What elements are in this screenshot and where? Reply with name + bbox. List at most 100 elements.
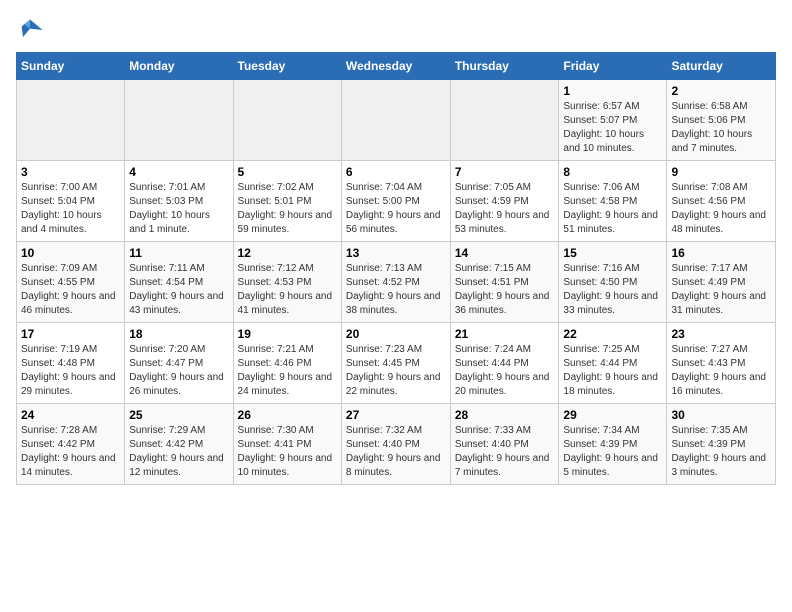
week-row-1: 1 Sunrise: 6:57 AM Sunset: 5:07 PM Daylig…: [17, 80, 776, 161]
day-cell: 25 Sunrise: 7:29 AM Sunset: 4:42 PM Dayli…: [125, 404, 233, 485]
day-info: Sunrise: 7:16 AM Sunset: 4:50 PM Dayligh…: [563, 262, 662, 318]
day-info: Sunrise: 7:34 AM Sunset: 4:39 PM Dayligh…: [563, 424, 662, 480]
day-cell: [341, 80, 450, 161]
day-number: 17: [21, 327, 120, 341]
weekday-header-friday: Friday: [559, 53, 667, 80]
day-info: Sunrise: 7:08 AM Sunset: 4:56 PM Dayligh…: [671, 181, 771, 237]
day-info: Sunrise: 7:35 AM Sunset: 4:39 PM Dayligh…: [671, 424, 771, 480]
week-row-5: 24 Sunrise: 7:28 AM Sunset: 4:42 PM Dayli…: [17, 404, 776, 485]
page-header: [16, 16, 776, 44]
day-cell: 26 Sunrise: 7:30 AM Sunset: 4:41 PM Dayli…: [233, 404, 341, 485]
day-info: Sunrise: 7:21 AM Sunset: 4:46 PM Dayligh…: [238, 343, 337, 399]
day-cell: 14 Sunrise: 7:15 AM Sunset: 4:51 PM Dayli…: [450, 242, 559, 323]
calendar-header: SundayMondayTuesdayWednesdayThursdayFrid…: [17, 53, 776, 80]
day-cell: 24 Sunrise: 7:28 AM Sunset: 4:42 PM Dayli…: [17, 404, 125, 485]
day-cell: 4 Sunrise: 7:01 AM Sunset: 5:03 PM Daylig…: [125, 161, 233, 242]
day-number: 10: [21, 246, 120, 260]
day-info: Sunrise: 7:01 AM Sunset: 5:03 PM Dayligh…: [129, 181, 228, 237]
day-number: 21: [455, 327, 555, 341]
day-number: 24: [21, 408, 120, 422]
day-number: 14: [455, 246, 555, 260]
day-cell: 18 Sunrise: 7:20 AM Sunset: 4:47 PM Dayli…: [125, 323, 233, 404]
day-info: Sunrise: 7:12 AM Sunset: 4:53 PM Dayligh…: [238, 262, 337, 318]
day-info: Sunrise: 6:58 AM Sunset: 5:06 PM Dayligh…: [671, 100, 771, 156]
day-number: 13: [346, 246, 446, 260]
day-info: Sunrise: 7:29 AM Sunset: 4:42 PM Dayligh…: [129, 424, 228, 480]
day-number: 1: [563, 84, 662, 98]
day-number: 12: [238, 246, 337, 260]
day-number: 29: [563, 408, 662, 422]
weekday-header-row: SundayMondayTuesdayWednesdayThursdayFrid…: [17, 53, 776, 80]
day-info: Sunrise: 7:13 AM Sunset: 4:52 PM Dayligh…: [346, 262, 446, 318]
day-cell: 20 Sunrise: 7:23 AM Sunset: 4:45 PM Dayli…: [341, 323, 450, 404]
day-cell: 6Sunrise: 7:04 AM Sunset: 5:00 PM Daylig…: [341, 161, 450, 242]
day-number: 28: [455, 408, 555, 422]
day-number: 26: [238, 408, 337, 422]
day-cell: [125, 80, 233, 161]
day-cell: 19 Sunrise: 7:21 AM Sunset: 4:46 PM Dayli…: [233, 323, 341, 404]
day-info: Sunrise: 6:57 AM Sunset: 5:07 PM Dayligh…: [563, 100, 662, 156]
day-info: Sunrise: 7:02 AM Sunset: 5:01 PM Dayligh…: [238, 181, 337, 237]
day-number: 20: [346, 327, 446, 341]
day-cell: 1 Sunrise: 6:57 AM Sunset: 5:07 PM Daylig…: [559, 80, 667, 161]
day-number: 4: [129, 165, 228, 179]
day-number: 16: [671, 246, 771, 260]
day-info: Sunrise: 7:06 AM Sunset: 4:58 PM Dayligh…: [563, 181, 662, 237]
day-cell: 3 Sunrise: 7:00 AM Sunset: 5:04 PM Daylig…: [17, 161, 125, 242]
calendar-table: SundayMondayTuesdayWednesdayThursdayFrid…: [16, 52, 776, 485]
day-number: 9: [671, 165, 771, 179]
day-cell: 21 Sunrise: 7:24 AM Sunset: 4:44 PM Dayli…: [450, 323, 559, 404]
day-number: 15: [563, 246, 662, 260]
weekday-header-tuesday: Tuesday: [233, 53, 341, 80]
day-info: Sunrise: 7:24 AM Sunset: 4:44 PM Dayligh…: [455, 343, 555, 399]
day-number: 6: [346, 165, 446, 179]
week-row-2: 3 Sunrise: 7:00 AM Sunset: 5:04 PM Daylig…: [17, 161, 776, 242]
day-info: Sunrise: 7:09 AM Sunset: 4:55 PM Dayligh…: [21, 262, 120, 318]
day-cell: 27 Sunrise: 7:32 AM Sunset: 4:40 PM Dayli…: [341, 404, 450, 485]
day-cell: 29 Sunrise: 7:34 AM Sunset: 4:39 PM Dayli…: [559, 404, 667, 485]
day-cell: 30 Sunrise: 7:35 AM Sunset: 4:39 PM Dayli…: [667, 404, 776, 485]
day-info: Sunrise: 7:28 AM Sunset: 4:42 PM Dayligh…: [21, 424, 120, 480]
weekday-header-thursday: Thursday: [450, 53, 559, 80]
weekday-header-saturday: Saturday: [667, 53, 776, 80]
day-number: 5: [238, 165, 337, 179]
day-number: 23: [671, 327, 771, 341]
day-number: 19: [238, 327, 337, 341]
day-info: Sunrise: 7:19 AM Sunset: 4:48 PM Dayligh…: [21, 343, 120, 399]
day-cell: 10 Sunrise: 7:09 AM Sunset: 4:55 PM Dayli…: [17, 242, 125, 323]
day-number: 11: [129, 246, 228, 260]
logo-bird-icon: [16, 16, 44, 44]
day-info: Sunrise: 7:30 AM Sunset: 4:41 PM Dayligh…: [238, 424, 337, 480]
weekday-header-monday: Monday: [125, 53, 233, 80]
day-cell: [17, 80, 125, 161]
week-row-4: 17 Sunrise: 7:19 AM Sunset: 4:48 PM Dayli…: [17, 323, 776, 404]
day-cell: 15 Sunrise: 7:16 AM Sunset: 4:50 PM Dayli…: [559, 242, 667, 323]
day-cell: 23Sunrise: 7:27 AM Sunset: 4:43 PM Dayli…: [667, 323, 776, 404]
day-number: 27: [346, 408, 446, 422]
day-info: Sunrise: 7:00 AM Sunset: 5:04 PM Dayligh…: [21, 181, 120, 237]
day-cell: 22 Sunrise: 7:25 AM Sunset: 4:44 PM Dayli…: [559, 323, 667, 404]
day-number: 3: [21, 165, 120, 179]
day-info: Sunrise: 7:23 AM Sunset: 4:45 PM Dayligh…: [346, 343, 446, 399]
day-number: 30: [671, 408, 771, 422]
day-cell: 5 Sunrise: 7:02 AM Sunset: 5:01 PM Daylig…: [233, 161, 341, 242]
day-number: 8: [563, 165, 662, 179]
day-cell: 13 Sunrise: 7:13 AM Sunset: 4:52 PM Dayli…: [341, 242, 450, 323]
day-info: Sunrise: 7:20 AM Sunset: 4:47 PM Dayligh…: [129, 343, 228, 399]
day-info: Sunrise: 7:11 AM Sunset: 4:54 PM Dayligh…: [129, 262, 228, 318]
day-info: Sunrise: 7:15 AM Sunset: 4:51 PM Dayligh…: [455, 262, 555, 318]
day-number: 22: [563, 327, 662, 341]
day-cell: 17 Sunrise: 7:19 AM Sunset: 4:48 PM Dayli…: [17, 323, 125, 404]
day-number: 25: [129, 408, 228, 422]
day-number: 18: [129, 327, 228, 341]
day-info: Sunrise: 7:32 AM Sunset: 4:40 PM Dayligh…: [346, 424, 446, 480]
day-info: Sunrise: 7:25 AM Sunset: 4:44 PM Dayligh…: [563, 343, 662, 399]
day-cell: 11 Sunrise: 7:11 AM Sunset: 4:54 PM Dayli…: [125, 242, 233, 323]
day-cell: [450, 80, 559, 161]
day-info: Sunrise: 7:05 AM Sunset: 4:59 PM Dayligh…: [455, 181, 555, 237]
day-cell: 2 Sunrise: 6:58 AM Sunset: 5:06 PM Daylig…: [667, 80, 776, 161]
day-number: 2: [671, 84, 771, 98]
day-info: Sunrise: 7:17 AM Sunset: 4:49 PM Dayligh…: [671, 262, 771, 318]
day-info: Sunrise: 7:33 AM Sunset: 4:40 PM Dayligh…: [455, 424, 555, 480]
day-number: 7: [455, 165, 555, 179]
